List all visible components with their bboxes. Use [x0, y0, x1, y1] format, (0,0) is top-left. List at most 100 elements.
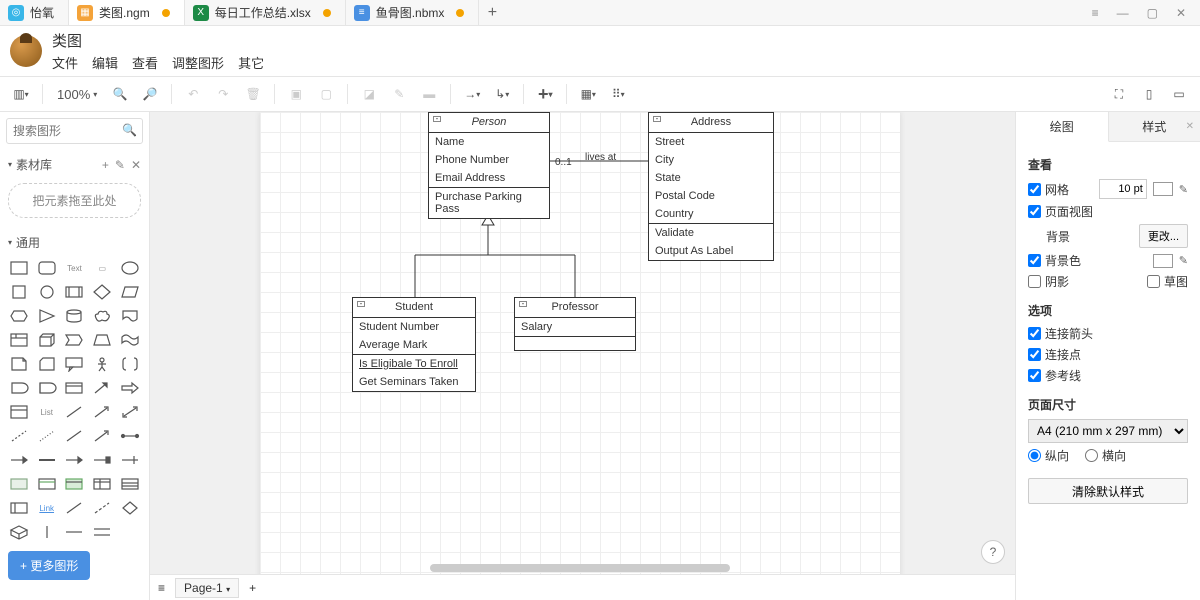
shape-arrow-ne[interactable]: [89, 377, 115, 399]
shape-arrow2[interactable]: [89, 425, 115, 447]
shape-process[interactable]: [62, 281, 88, 303]
zoom-select[interactable]: 100%▾: [51, 87, 103, 102]
shape-document[interactable]: [117, 305, 143, 327]
shape-parallelogram[interactable]: [117, 281, 143, 303]
grid-size-input[interactable]: [1099, 179, 1147, 199]
delete-button[interactable]: 🗑: [240, 81, 266, 107]
edit-icon[interactable]: ✎: [1179, 254, 1188, 267]
search-icon[interactable]: 🔍: [122, 123, 137, 137]
shape-note[interactable]: [6, 353, 32, 375]
shape-square[interactable]: [6, 281, 32, 303]
add-tab-button[interactable]: +: [479, 0, 505, 25]
format-panel-button[interactable]: ▯: [1136, 81, 1162, 107]
menu-icon[interactable]: ≡: [1092, 6, 1099, 20]
shape-package[interactable]: [6, 521, 32, 543]
change-bg-button[interactable]: 更改...: [1139, 224, 1188, 248]
shadow-button[interactable]: ▬: [416, 81, 442, 107]
library-header[interactable]: ▾ 素材库 + ✎ ✕: [0, 150, 149, 179]
shape-rounded[interactable]: [34, 257, 60, 279]
shape-textbox[interactable]: ▭: [89, 257, 115, 279]
orientation-landscape[interactable]: 横向: [1085, 447, 1126, 464]
minimize-button[interactable]: —: [1117, 6, 1129, 20]
pages-menu-icon[interactable]: ≡: [158, 581, 165, 595]
library-dropzone[interactable]: 把元素拖至此处: [8, 183, 141, 218]
bgcolor-checkbox[interactable]: 背景色: [1028, 252, 1081, 269]
general-header[interactable]: ▾ 通用: [0, 228, 149, 257]
line-color-button[interactable]: ✎: [386, 81, 412, 107]
collapse-icon[interactable]: -: [357, 301, 365, 307]
shape-connector2[interactable]: [6, 449, 32, 471]
uml-class-address[interactable]: -Address Street City State Postal Code C…: [648, 112, 774, 261]
page[interactable]: 0..1 lives at 1 -Person Name: [260, 112, 900, 574]
connection-button[interactable]: →▾: [459, 81, 485, 107]
sketch-checkbox[interactable]: 草图: [1147, 273, 1188, 290]
file-tab-nbmx[interactable]: ≡ 鱼骨图.nbmx: [346, 0, 480, 25]
edit-library-icon[interactable]: ✎: [115, 158, 125, 172]
collapse-icon[interactable]: -: [653, 116, 661, 122]
inheritance-lines[interactable]: [405, 215, 585, 305]
help-button[interactable]: ?: [981, 540, 1005, 564]
shape-hlines[interactable]: [89, 521, 115, 543]
shape-tape[interactable]: [117, 329, 143, 351]
shape-line3[interactable]: [62, 497, 88, 519]
grid-button[interactable]: ⠿▾: [605, 81, 631, 107]
shape-cylinder[interactable]: [62, 305, 88, 327]
close-icon[interactable]: ✕: [1186, 121, 1194, 132]
shape-table4[interactable]: [89, 473, 115, 495]
collapse-icon[interactable]: -: [519, 301, 527, 307]
shape-cube[interactable]: [34, 329, 60, 351]
menu-file[interactable]: 文件: [52, 53, 78, 72]
shape-table3[interactable]: [62, 473, 88, 495]
shape-circle[interactable]: [34, 281, 60, 303]
shape-dotted[interactable]: [34, 425, 60, 447]
app-tab-yiyang[interactable]: ◎ 怡氧: [0, 0, 69, 25]
uml-class-person[interactable]: -Person Name Phone Number Email Address …: [428, 112, 550, 219]
shape-connector5[interactable]: [89, 449, 115, 471]
add-page-button[interactable]: +: [249, 581, 256, 595]
shape-connector6[interactable]: [117, 449, 143, 471]
table-button[interactable]: ▦▾: [575, 81, 601, 107]
zoom-in-button[interactable]: 🔍: [107, 81, 133, 107]
shape-connector4[interactable]: [62, 449, 88, 471]
menu-arrange[interactable]: 调整图形: [172, 53, 224, 72]
waypoint-button[interactable]: ↳▾: [489, 81, 515, 107]
shape-or[interactable]: [6, 377, 32, 399]
conn-arrow-checkbox[interactable]: 连接箭头: [1028, 325, 1093, 342]
menu-edit[interactable]: 编辑: [92, 53, 118, 72]
menu-view[interactable]: 查看: [132, 53, 158, 72]
shape-line2[interactable]: [62, 425, 88, 447]
file-tab-leitu[interactable]: ▦ 类图.ngm: [69, 0, 185, 25]
shape-cloud[interactable]: [89, 305, 115, 327]
close-library-icon[interactable]: ✕: [131, 158, 141, 172]
shape-table5[interactable]: [117, 473, 143, 495]
shape-diamond2[interactable]: [117, 497, 143, 519]
close-button[interactable]: ✕: [1176, 6, 1186, 20]
shape-diamond[interactable]: [89, 281, 115, 303]
shape-table2[interactable]: [34, 473, 60, 495]
tab-style[interactable]: 样式✕: [1109, 112, 1200, 142]
shape-connector3[interactable]: [34, 449, 60, 471]
shape-datastore[interactable]: [62, 377, 88, 399]
more-shapes-button[interactable]: + 更多图形: [8, 551, 90, 580]
tab-draw[interactable]: 绘图: [1016, 112, 1109, 142]
to-front-button[interactable]: ▣: [283, 81, 309, 107]
shape-trapezoid[interactable]: [89, 329, 115, 351]
shape-and[interactable]: [34, 377, 60, 399]
shape-vline[interactable]: [34, 521, 60, 543]
horizontal-scrollbar[interactable]: [430, 564, 730, 572]
shape-list2[interactable]: List: [34, 401, 60, 423]
page-tab[interactable]: Page-1 ▾: [175, 578, 239, 598]
edit-icon[interactable]: ✎: [1179, 183, 1188, 196]
guides-checkbox[interactable]: 参考线: [1028, 367, 1081, 384]
grid-checkbox[interactable]: 网格: [1028, 181, 1069, 198]
shape-swimlane[interactable]: [6, 497, 32, 519]
collapse-icon[interactable]: -: [433, 116, 441, 122]
shape-connector[interactable]: [117, 425, 143, 447]
page-size-select[interactable]: A4 (210 mm x 297 mm): [1028, 419, 1188, 443]
uml-class-student[interactable]: -Student Student Number Average Mark Is …: [352, 297, 476, 392]
shape-text[interactable]: Text: [62, 257, 88, 279]
shape-link[interactable]: Link: [34, 497, 60, 519]
shape-hline[interactable]: [62, 521, 88, 543]
shape-internal[interactable]: [6, 329, 32, 351]
shape-rect[interactable]: [6, 257, 32, 279]
